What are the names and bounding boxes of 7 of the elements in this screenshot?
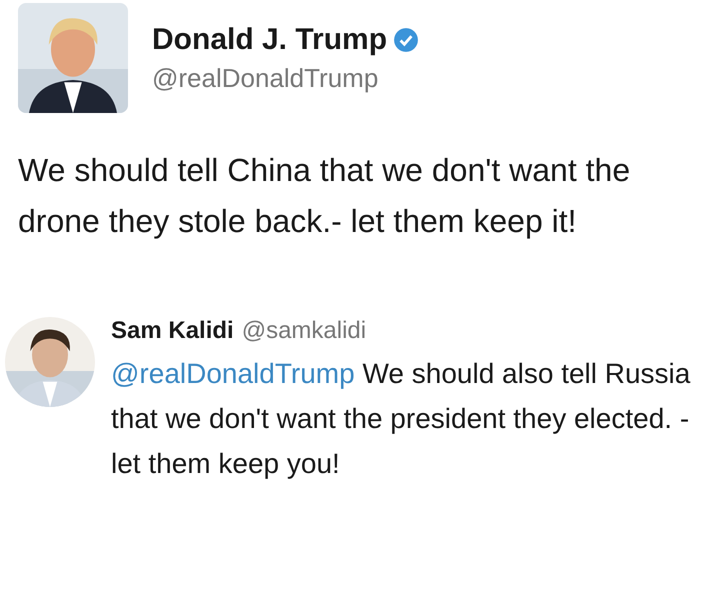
author-handle: @realDonaldTrump [152,62,380,94]
author-name: Donald J. Trump [152,22,388,56]
mention-link[interactable]: @realDonaldTrump [111,358,355,389]
reply-author-handle: @samkalidi [242,317,366,345]
reply-author-name: Sam Kalidi [111,317,234,345]
tweet-text: We should tell China that we don't want the drone they stole back.- let them keep it! [18,151,632,241]
reply-text: @realDonaldTrump We should also tell Russia that we don't want the president they elected. -let them keep you! [111,357,692,481]
